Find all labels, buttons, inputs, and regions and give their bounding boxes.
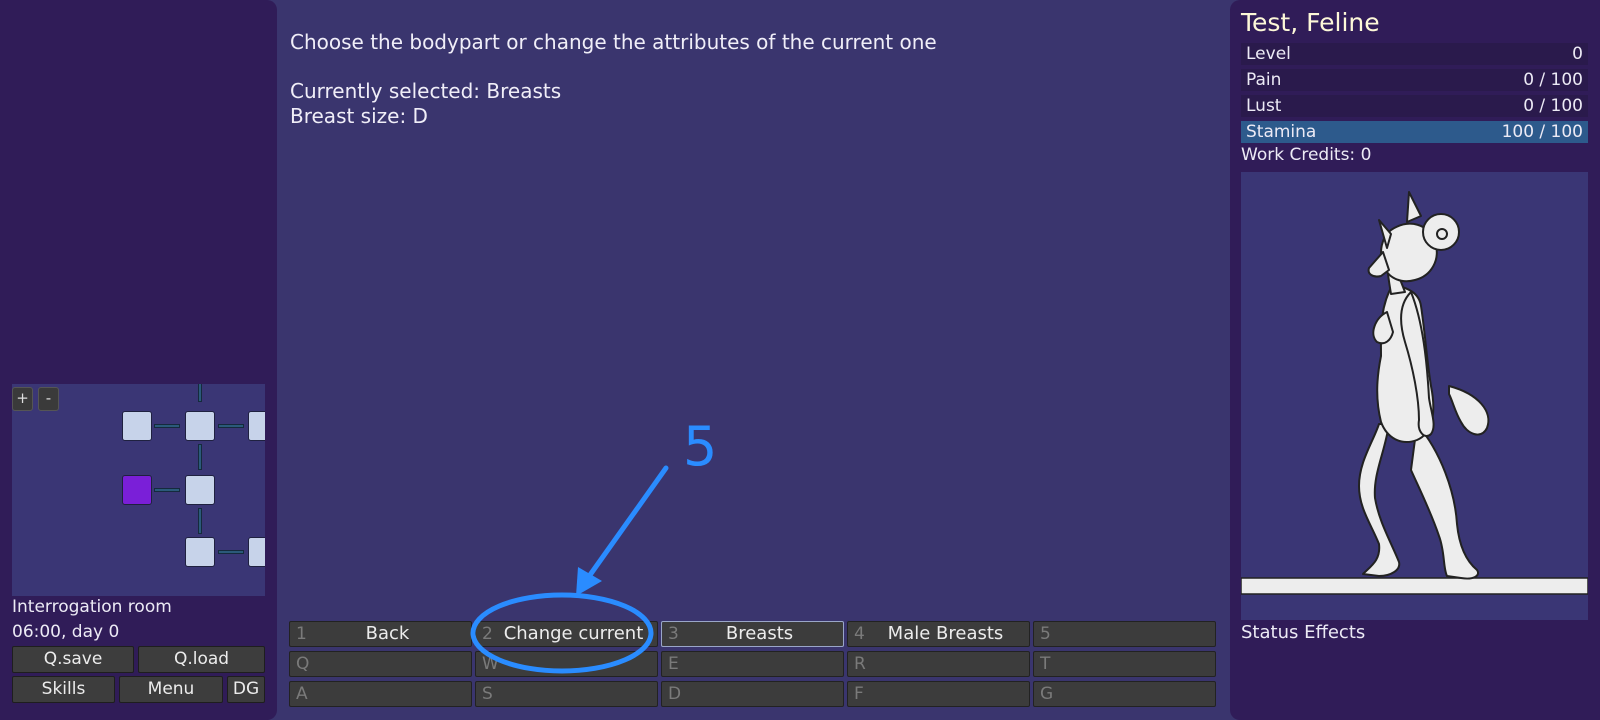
map-room-current xyxy=(122,475,152,505)
stat-lust: Lust 0 / 100 xyxy=(1241,95,1588,117)
annotation-arrow-shaft xyxy=(587,465,669,578)
map-room xyxy=(248,537,265,567)
action-button-a[interactable]: A xyxy=(289,681,472,707)
map-corridor xyxy=(154,424,180,428)
stat-stamina: Stamina 100 / 100 xyxy=(1241,121,1588,143)
action-button-breasts[interactable]: 3 Breasts xyxy=(661,621,844,647)
stat-pain: Pain 0 / 100 xyxy=(1241,69,1588,91)
map-room xyxy=(185,475,215,505)
stat-level: Level 0 xyxy=(1241,43,1588,65)
work-credits: Work Credits: 0 xyxy=(1241,145,1372,165)
game-time: 06:00, day 0 xyxy=(12,622,120,642)
map-corridor xyxy=(198,444,202,470)
annotation-number: 5 xyxy=(683,415,718,478)
map-corridor xyxy=(218,550,244,554)
map-corridor xyxy=(198,508,202,534)
breast-size: Breast size: D xyxy=(290,104,428,128)
left-panel: + - Interrogation room 06:00, day 0 Q.sa… xyxy=(0,0,277,720)
action-button-back[interactable]: 1 Back xyxy=(289,621,472,647)
action-button-q[interactable]: Q xyxy=(289,651,472,677)
action-button-t[interactable]: T xyxy=(1033,651,1216,677)
selected-bodypart: Currently selected: Breasts xyxy=(290,79,562,103)
action-button-e[interactable]: E xyxy=(661,651,844,677)
right-panel: Test, Feline Level 0 Pain 0 / 100 Lust 0 / … xyxy=(1230,0,1600,720)
quick-load-button[interactable]: Q.load xyxy=(138,646,265,673)
dg-button[interactable]: DG xyxy=(227,676,265,703)
action-button-f[interactable]: F xyxy=(847,681,1030,707)
action-button-w[interactable]: W xyxy=(475,651,658,677)
main-text-area: Choose the bodypart or change the attrib… xyxy=(290,30,937,129)
skills-button[interactable]: Skills xyxy=(12,676,115,703)
prompt-text: Choose the bodypart or change the attrib… xyxy=(290,30,937,54)
menu-button[interactable]: Menu xyxy=(119,676,223,703)
character-portrait xyxy=(1241,172,1588,620)
annotation-arrow-head xyxy=(576,567,602,596)
quick-save-button[interactable]: Q.save xyxy=(12,646,134,673)
action-button-5[interactable]: 5 xyxy=(1033,621,1216,647)
map-room xyxy=(185,411,215,441)
action-button-male-breasts[interactable]: 4 Male Breasts xyxy=(847,621,1030,647)
map-corridor xyxy=(198,384,202,402)
action-button-s[interactable]: S xyxy=(475,681,658,707)
status-effects-label: Status Effects xyxy=(1241,622,1366,643)
zoom-in-button[interactable]: + xyxy=(12,387,33,411)
map-corridor xyxy=(154,488,180,492)
action-button-g[interactable]: G xyxy=(1033,681,1216,707)
character-name: Test, Feline xyxy=(1241,8,1380,37)
map-room xyxy=(185,537,215,567)
action-button-r[interactable]: R xyxy=(847,651,1030,677)
zoom-out-button[interactable]: - xyxy=(38,387,59,411)
map-corridor xyxy=(218,424,244,428)
action-button-change-current[interactable]: 2 Change current xyxy=(475,621,658,647)
feline-figure-image xyxy=(1241,191,1588,595)
map-room xyxy=(248,411,265,441)
minimap[interactable]: + - xyxy=(12,384,265,596)
location-name: Interrogation room xyxy=(12,597,172,617)
map-room xyxy=(122,411,152,441)
action-button-d[interactable]: D xyxy=(661,681,844,707)
